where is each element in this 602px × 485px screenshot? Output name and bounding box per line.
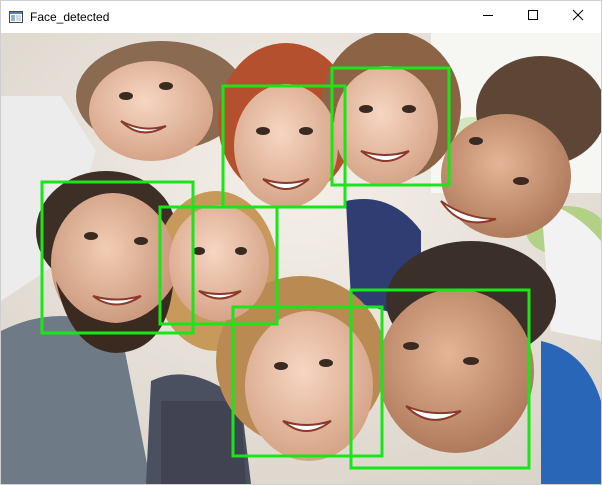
title-bar[interactable]: Face_detected: [1, 1, 601, 33]
group-selfie-photo: [1, 33, 601, 484]
minimize-icon: [482, 8, 494, 26]
close-icon: [572, 8, 584, 26]
window-title: Face_detected: [30, 10, 110, 24]
opencv-window-icon: [9, 10, 23, 23]
maximize-button[interactable]: [510, 1, 556, 33]
maximize-icon: [527, 8, 539, 26]
image-canvas: [1, 33, 601, 484]
opencv-window: Face_detected: [0, 0, 602, 485]
minimize-button[interactable]: [465, 1, 511, 33]
close-button[interactable]: [555, 1, 601, 33]
